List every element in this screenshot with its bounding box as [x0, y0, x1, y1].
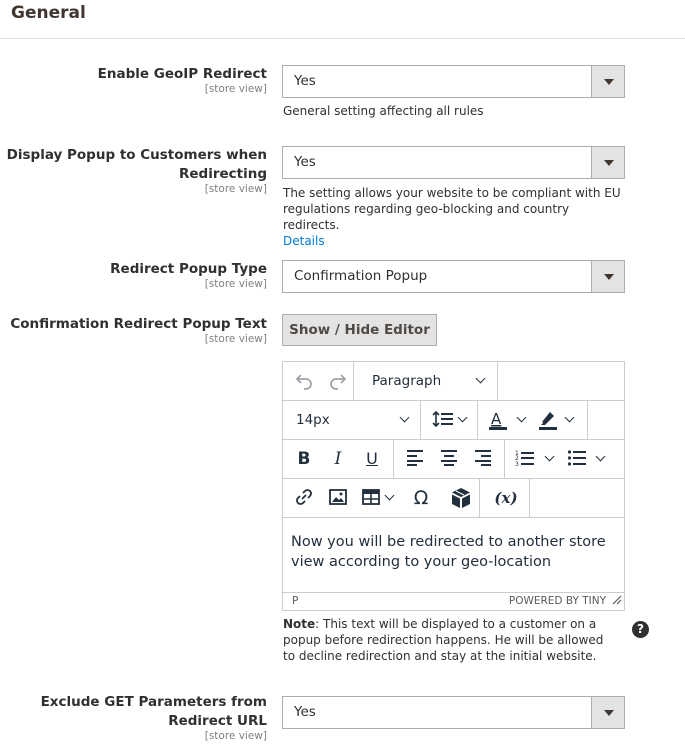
enable-geoip-scope: [store view] — [204, 83, 267, 95]
chevron-down-icon — [591, 66, 624, 97]
toolbar-row-1: Paragraph — [283, 362, 624, 401]
toolbar-row-3: B I U 123 — [283, 440, 624, 479]
help-icon[interactable]: ? — [632, 621, 649, 638]
display-popup-value: Yes — [294, 154, 316, 170]
resize-handle-icon[interactable] — [612, 595, 622, 608]
align-left-icon[interactable] — [405, 448, 425, 470]
bold-icon[interactable]: B — [294, 448, 314, 470]
svg-text:A: A — [491, 410, 502, 428]
popup-type-label: Redirect Popup Type — [110, 261, 267, 277]
special-character-icon[interactable]: Ω — [410, 487, 432, 509]
display-popup-label-line2: Redirecting — [178, 166, 267, 182]
popup-type-select[interactable]: Confirmation Popup — [282, 260, 625, 293]
enable-geoip-label: Enable GeoIP Redirect — [97, 66, 267, 82]
variable-group: (x) — [480, 479, 530, 517]
element-path[interactable]: P — [292, 595, 298, 607]
chevron-down-icon — [591, 261, 624, 292]
insert-group: Ω — [283, 479, 480, 517]
chevron-down-icon — [384, 490, 395, 501]
chevron-down-icon — [544, 451, 555, 462]
chevron-down-icon — [591, 147, 624, 178]
toolbar-group-history — [283, 362, 354, 400]
image-icon[interactable] — [327, 487, 349, 509]
block-format-select[interactable]: Paragraph — [354, 362, 498, 400]
undo-icon[interactable] — [293, 370, 315, 392]
chevron-down-icon — [564, 412, 575, 423]
popup-text-note: Note: This text will be displayed to a c… — [283, 616, 619, 664]
wysiwyg-editor: Paragraph 14px A B I U 1 2 3 Ω (x) Now y… — [282, 361, 625, 611]
numbered-list-icon[interactable]: 123 — [515, 448, 535, 470]
widget-icon[interactable] — [450, 487, 472, 509]
exclude-get-select[interactable]: Yes — [282, 696, 625, 729]
exclude-get-label-line2: Redirect URL — [168, 713, 267, 729]
section-title[interactable]: General — [11, 3, 86, 23]
align-center-icon[interactable] — [439, 448, 459, 470]
section-divider — [0, 38, 685, 39]
popup-text-scope: [store view] — [204, 333, 267, 345]
font-size-select[interactable]: 14px — [283, 401, 421, 439]
exclude-get-value: Yes — [294, 704, 316, 720]
variable-icon[interactable]: (x) — [492, 487, 520, 509]
link-icon[interactable] — [293, 487, 315, 509]
chevron-down-icon — [591, 697, 624, 728]
font-size-value: 14px — [296, 412, 330, 428]
show-hide-editor-button[interactable]: Show / Hide Editor — [282, 314, 437, 346]
align-right-icon[interactable] — [473, 448, 493, 470]
editor-content[interactable]: Now you will be redirected to another st… — [291, 532, 616, 572]
toolbar-row-4: Ω (x) — [283, 479, 624, 518]
enable-geoip-note: General setting affecting all rules — [283, 104, 484, 118]
table-icon[interactable] — [360, 487, 382, 509]
details-link[interactable]: Details — [283, 234, 325, 248]
note-strong: Note — [283, 617, 316, 631]
line-height-icon — [431, 409, 455, 431]
text-color-icon[interactable]: A — [488, 409, 508, 431]
chevron-down-icon — [595, 451, 606, 462]
chevron-down-icon — [457, 412, 468, 423]
enable-geoip-select[interactable]: Yes — [282, 65, 625, 98]
color-group: A — [478, 401, 588, 439]
popup-type-value: Confirmation Popup — [294, 268, 428, 284]
display-popup-label-line1: Display Popup to Customers when — [6, 147, 267, 163]
display-popup-scope: [store view] — [204, 183, 267, 195]
bullet-list-icon[interactable] — [567, 448, 587, 470]
enable-geoip-value: Yes — [294, 73, 316, 89]
underline-icon[interactable]: U — [362, 448, 382, 470]
display-popup-note-text: The setting allows your website to be co… — [283, 186, 621, 232]
italic-icon[interactable]: I — [328, 448, 348, 470]
chevron-down-icon — [399, 412, 410, 423]
chevron-down-icon — [516, 412, 527, 423]
line-height-button[interactable] — [421, 401, 478, 439]
note-text: : This text will be displayed to a custo… — [283, 617, 604, 663]
toolbar-row-2: 14px A — [283, 401, 624, 440]
exclude-get-label-line1: Exclude GET Parameters from — [40, 694, 267, 710]
tiny-branding[interactable]: POWERED BY TINY — [509, 595, 606, 607]
popup-type-scope: [store view] — [204, 278, 267, 290]
format-group: B I U — [283, 440, 394, 478]
popup-text-label: Confirmation Redirect Popup Text — [10, 316, 267, 332]
block-format-value: Paragraph — [372, 373, 442, 389]
editor-statusbar: P POWERED BY TINY — [283, 592, 624, 610]
highlight-color-icon[interactable] — [538, 409, 558, 431]
list-group: 123 — [505, 440, 624, 478]
align-group — [394, 440, 505, 478]
svg-text:3: 3 — [515, 461, 519, 466]
exclude-get-scope: [store view] — [204, 730, 267, 742]
chevron-down-icon — [475, 373, 486, 384]
display-popup-select[interactable]: Yes — [282, 146, 625, 179]
display-popup-note: The setting allows your website to be co… — [283, 185, 623, 249]
redo-icon[interactable] — [327, 370, 349, 392]
